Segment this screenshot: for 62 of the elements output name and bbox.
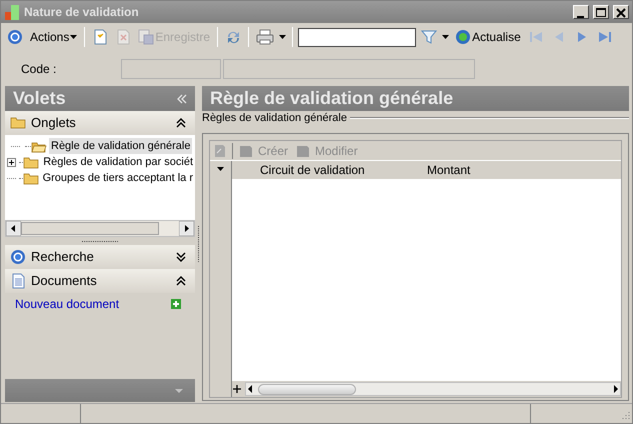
scroll-right-icon[interactable]: [612, 384, 620, 394]
document-icon: [296, 144, 310, 158]
target-icon: [10, 249, 26, 265]
panel-title: Règle de validation générale: [210, 87, 454, 110]
description-field[interactable]: [223, 58, 475, 78]
new-document-icon: [92, 29, 108, 45]
code-label: Code :: [21, 60, 58, 78]
horizontal-scrollbar[interactable]: [5, 220, 195, 237]
sidebar-title: Volets: [13, 87, 66, 110]
caret-icon: [70, 35, 78, 39]
collapse-icon[interactable]: [176, 276, 186, 286]
section-header[interactable]: Documents: [5, 269, 195, 293]
column-header[interactable]: Circuit de validation: [232, 161, 427, 179]
dropdown-caret-icon[interactable]: [442, 35, 450, 39]
expand-icon[interactable]: [176, 252, 186, 262]
code-field[interactable]: [121, 58, 221, 78]
tree-item[interactable]: Groupes de tiers acceptant la r: [40, 170, 195, 186]
search-field[interactable]: [298, 28, 416, 46]
window-title: Nature de validation: [24, 4, 140, 21]
new-document-link[interactable]: Nouveau document: [15, 295, 120, 313]
printer-icon: [256, 29, 274, 45]
expand-icon[interactable]: [7, 158, 16, 166]
section-header[interactable]: Onglets: [5, 111, 195, 135]
save-icon: [138, 29, 154, 45]
close-icon: [616, 8, 626, 18]
document-icon: [239, 144, 253, 158]
scroll-left-icon[interactable]: [6, 221, 21, 236]
resize-grip-icon[interactable]: [620, 411, 630, 421]
horizontal-scrollbar[interactable]: [245, 382, 621, 396]
last-icon: [596, 29, 613, 45]
dropdown-caret-icon[interactable]: [279, 35, 288, 39]
column-header[interactable]: Montant: [427, 161, 577, 179]
section-header[interactable]: Recherche: [5, 245, 195, 269]
scroll-left-icon[interactable]: [246, 384, 254, 394]
folder-icon: [23, 155, 40, 169]
folder-icon: [22, 171, 39, 185]
refresh-icon: [225, 29, 242, 45]
app-icon: [4, 4, 20, 20]
actions-button[interactable]: Actions: [5, 26, 80, 48]
minimize-icon: [577, 16, 584, 18]
document-icon: [10, 273, 26, 289]
group-label: Règles de validation générale: [202, 110, 347, 126]
tree-item[interactable]: Règle de validation générale: [49, 138, 192, 154]
close-button[interactable]: [613, 5, 629, 19]
maximize-button[interactable]: [593, 5, 609, 19]
minimize-button[interactable]: [573, 5, 589, 19]
sort-caret-icon[interactable]: [217, 167, 224, 171]
maximize-icon: [596, 8, 606, 16]
collapse-icon[interactable]: [176, 118, 186, 128]
scroll-thumb[interactable]: [21, 222, 159, 235]
delete-document-icon: [115, 29, 132, 45]
tree-item[interactable]: Règles de validation par sociét: [41, 154, 195, 170]
target-icon: [7, 29, 23, 45]
folder-icon: [10, 115, 26, 131]
first-icon: [528, 29, 544, 45]
scroll-thumb[interactable]: [258, 384, 356, 394]
filter-icon: [421, 29, 438, 45]
add-icon[interactable]: [171, 299, 181, 309]
refresh-button[interactable]: Actualise: [453, 26, 523, 48]
scroll-right-icon[interactable]: [179, 221, 194, 236]
add-row-icon[interactable]: [232, 384, 242, 394]
refresh-icon: [455, 29, 472, 45]
